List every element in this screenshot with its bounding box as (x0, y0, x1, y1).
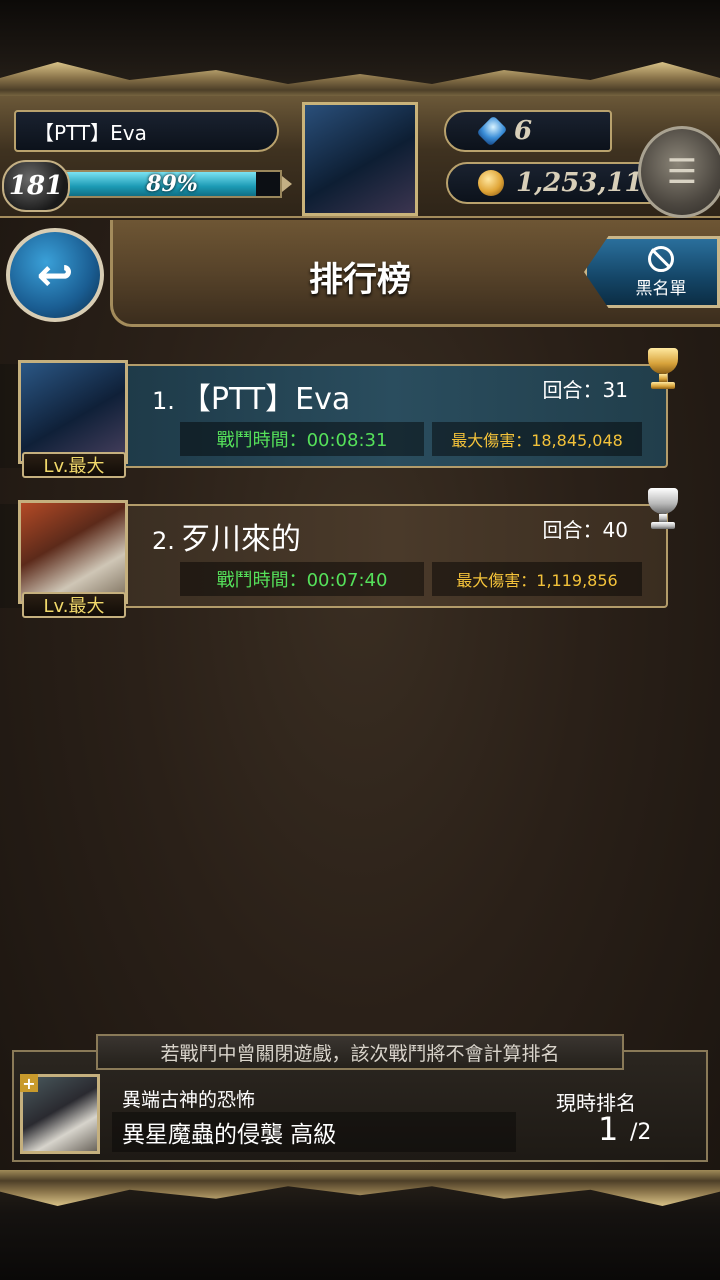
back-button[interactable]: ↩ (6, 228, 104, 322)
stage-series: 異端古神的恐怖 (122, 1089, 256, 1111)
exp-bar: 89% (62, 170, 282, 198)
plus-icon: + (20, 1074, 38, 1093)
leaderboard-row[interactable]: Lv.最大 1. 【PTT】Eva 回合：31 戰鬥時間：00:08:31 最大傷… (0, 348, 720, 480)
gold-trophy-icon (640, 344, 686, 396)
player-name: 【PTT】Eva (14, 110, 279, 152)
menu-button[interactable]: ☰ (638, 126, 720, 218)
level-tag: Lv.最大 (22, 452, 126, 478)
prohibited-icon (648, 245, 674, 272)
gem-icon (476, 115, 508, 147)
rounds: 回合：40 (542, 518, 628, 542)
stage-name: 異星魔蟲的侵襲 高級 (112, 1112, 516, 1152)
blacklist-label: 黑名單 (635, 278, 687, 299)
exp-arrow-icon (282, 176, 292, 192)
coin-count: 1,253,111 (516, 168, 656, 198)
silver-trophy-icon (640, 484, 686, 536)
gem-count: 6 (514, 116, 533, 146)
coin-counter[interactable]: 1,253,111 (446, 162, 656, 204)
rank-name-text: 歹川來的 (180, 522, 301, 557)
menu-icon: ☰ (666, 152, 698, 192)
player-level: 181 (2, 160, 70, 212)
blacklist-button[interactable]: 黑名單 (584, 236, 720, 308)
coin-icon (478, 170, 504, 196)
rank-number: 1. (152, 387, 175, 415)
bottom-ornament (0, 1170, 720, 1280)
rank-number: 2. (152, 527, 175, 555)
rank-name-text: 【PTT】Eva (180, 382, 351, 417)
bottom-filigree (0, 1170, 720, 1206)
notice-banner: 若戰鬥中曾關閉遊戲，該次戰鬥將不會計算排名 (96, 1034, 624, 1070)
player-portrait[interactable] (18, 360, 128, 464)
current-rank-value: 1 (598, 1110, 619, 1148)
max-damage: 最大傷害：1,119,856 (432, 562, 642, 596)
rank-total: /2 (630, 1120, 652, 1145)
top-ornament (0, 0, 720, 102)
leaderboard-row[interactable]: Lv.最大 2. 歹川來的 回合：40 戰鬥時間：00:07:40 最大傷害：1,… (0, 488, 720, 620)
rank-player-name: 2. 歹川來的 (152, 514, 301, 558)
back-arrow-icon: ↩ (36, 249, 74, 301)
exp-percent: 89% (146, 171, 198, 197)
battle-time: 戰鬥時間：00:08:31 (180, 422, 424, 456)
max-damage: 最大傷害：18,845,048 (432, 422, 642, 456)
player-avatar[interactable] (302, 102, 418, 216)
gem-counter[interactable]: 6 (444, 110, 612, 152)
level-tag: Lv.最大 (22, 592, 126, 618)
player-portrait[interactable] (18, 500, 128, 604)
rounds: 回合：31 (542, 378, 628, 402)
battle-time: 戰鬥時間：00:07:40 (180, 562, 424, 596)
rank-player-name: 1. 【PTT】Eva (152, 374, 350, 418)
current-rank-label: 現時排名 (556, 1091, 636, 1115)
